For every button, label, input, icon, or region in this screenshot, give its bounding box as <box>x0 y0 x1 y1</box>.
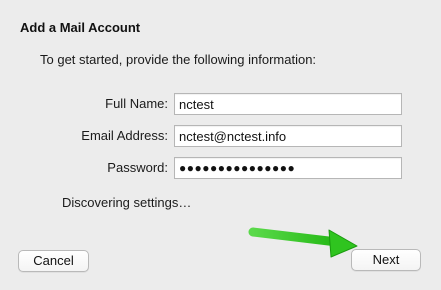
dialog-title: Add a Mail Account <box>20 20 141 35</box>
password-label: Password: <box>107 160 168 175</box>
cancel-button[interactable]: Cancel <box>18 250 89 272</box>
email-address-row: Email Address: <box>0 125 441 147</box>
add-mail-account-dialog: Add a Mail Account To get started, provi… <box>0 0 441 290</box>
intro-text: To get started, provide the following in… <box>40 52 317 67</box>
email-address-label: Email Address: <box>81 128 168 143</box>
password-field[interactable] <box>174 157 402 179</box>
full-name-field[interactable] <box>174 93 402 115</box>
password-row: Password: <box>0 157 441 179</box>
arrow-shape <box>248 227 358 258</box>
full-name-label: Full Name: <box>105 96 168 111</box>
email-address-field[interactable] <box>174 125 402 147</box>
status-text: Discovering settings… <box>62 195 192 210</box>
full-name-row: Full Name: <box>0 93 441 115</box>
arrow-pointer-icon <box>248 227 358 258</box>
